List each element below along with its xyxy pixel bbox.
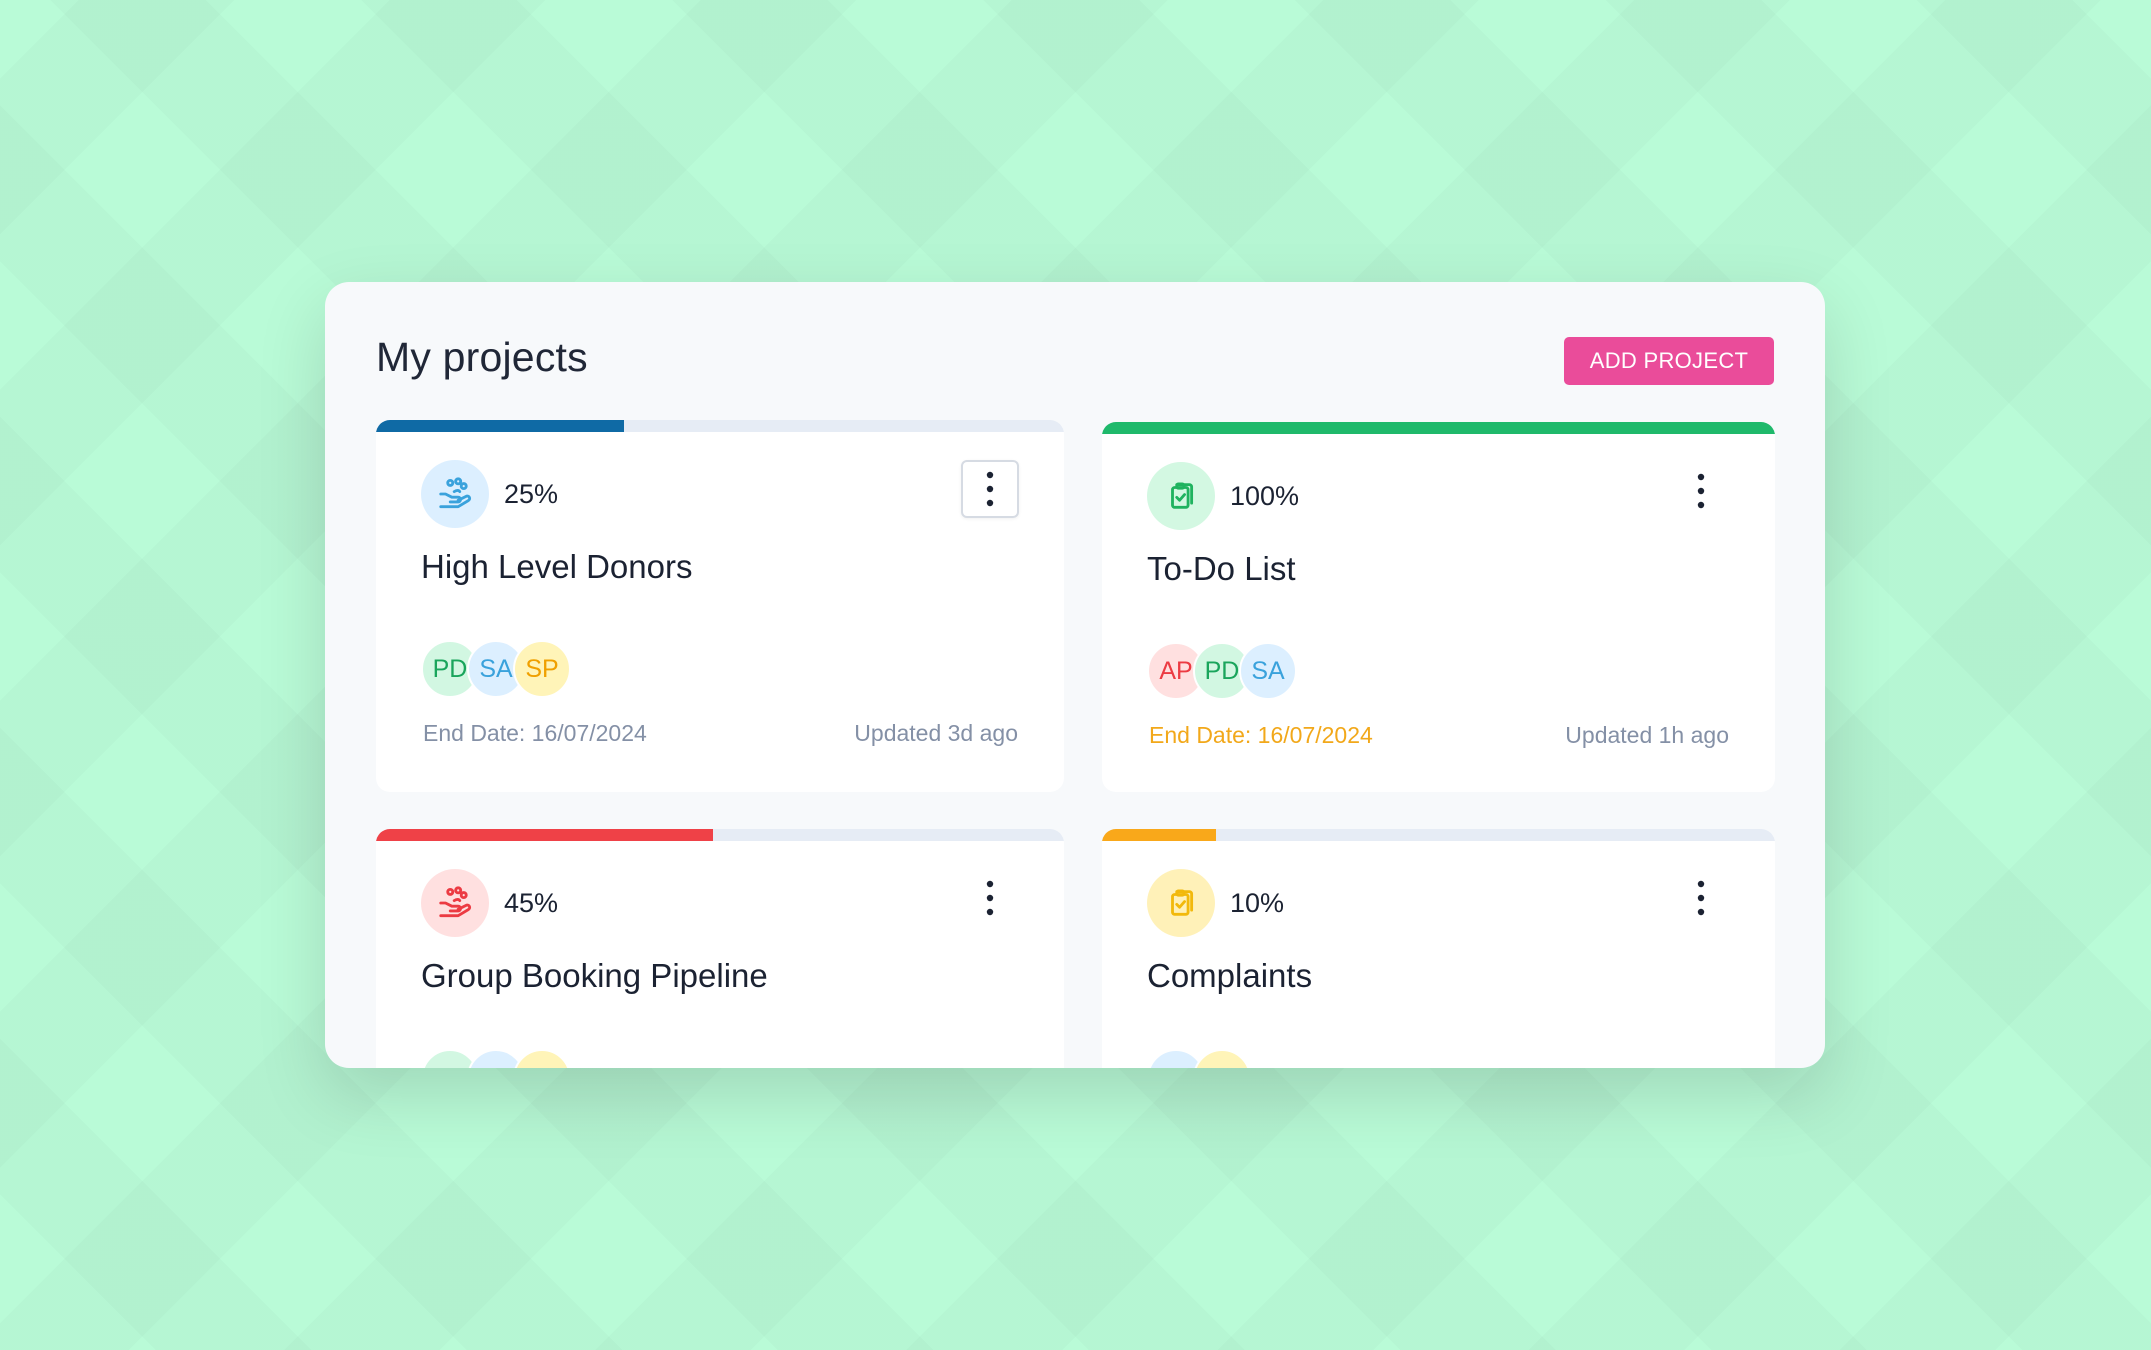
member-avatars: PD SA SP <box>421 640 571 698</box>
progress-percent: 25% <box>504 478 559 509</box>
progress-fill <box>1102 422 1775 434</box>
more-vertical-icon <box>986 880 994 916</box>
page-title: My projects <box>376 334 588 380</box>
avatar[interactable] <box>1193 1049 1251 1068</box>
hand-donation-icon <box>421 869 489 937</box>
project-title[interactable]: To-Do List <box>1147 550 1296 588</box>
progress-percent: 10% <box>1230 887 1285 918</box>
member-avatars <box>421 1049 571 1068</box>
avatar[interactable]: SP <box>513 640 571 698</box>
projects-panel: My projects ADD PROJECT 25% High Level Do… <box>325 282 1825 1068</box>
clipboard-icon <box>1147 462 1215 530</box>
updated-timestamp: Updated 3d ago <box>854 720 1018 746</box>
project-title[interactable]: Complaints <box>1147 957 1312 995</box>
member-avatars <box>1147 1049 1251 1068</box>
card-header: 100% <box>1147 462 1299 530</box>
add-project-button[interactable]: ADD PROJECT <box>1564 337 1774 385</box>
more-vertical-icon <box>986 471 994 507</box>
project-card[interactable]: 25% High Level Donors PD SA SP End Date: 16/0… <box>376 420 1064 792</box>
progress-fill <box>1102 829 1217 841</box>
more-vertical-icon <box>1697 473 1705 509</box>
card-footer: End Date: 16/07/2024 Updated 3d ago <box>423 720 1018 747</box>
member-avatars: AP PD SA <box>1147 642 1297 700</box>
updated-timestamp: Updated 1h ago <box>1565 722 1729 748</box>
project-card[interactable]: 10% Complaints <box>1102 829 1775 1068</box>
card-header: 45% <box>421 869 558 937</box>
end-date: End Date: 16/07/2024 <box>423 720 647 746</box>
more-options-button[interactable] <box>1672 869 1730 927</box>
progress-percent: 45% <box>504 887 559 918</box>
more-options-button[interactable] <box>961 460 1019 518</box>
progress-fill <box>376 420 624 432</box>
end-date: End Date: 16/07/2024 <box>1149 722 1373 748</box>
avatar[interactable] <box>513 1049 571 1068</box>
progress-bar <box>376 829 1064 841</box>
more-options-button[interactable] <box>961 869 1019 927</box>
progress-bar <box>1102 829 1775 841</box>
card-header: 10% <box>1147 869 1284 937</box>
progress-bar <box>376 420 1064 432</box>
more-vertical-icon <box>1697 880 1705 916</box>
project-title[interactable]: Group Booking Pipeline <box>421 957 768 995</box>
hand-donation-icon <box>421 460 489 528</box>
progress-percent: 100% <box>1230 480 1300 511</box>
card-footer: End Date: 16/07/2024 Updated 1h ago <box>1149 722 1729 749</box>
project-card[interactable]: 100% To-Do List AP PD SA End Date: 16/07/2024… <box>1102 422 1775 792</box>
project-title[interactable]: High Level Donors <box>421 548 692 586</box>
project-card[interactable]: 45% Group Booking Pipeline <box>376 829 1064 1068</box>
avatar[interactable]: SA <box>1239 642 1297 700</box>
card-header: 25% <box>421 460 558 528</box>
progress-bar <box>1102 422 1775 434</box>
clipboard-icon <box>1147 869 1215 937</box>
more-options-button[interactable] <box>1672 462 1730 520</box>
progress-fill <box>376 829 714 841</box>
